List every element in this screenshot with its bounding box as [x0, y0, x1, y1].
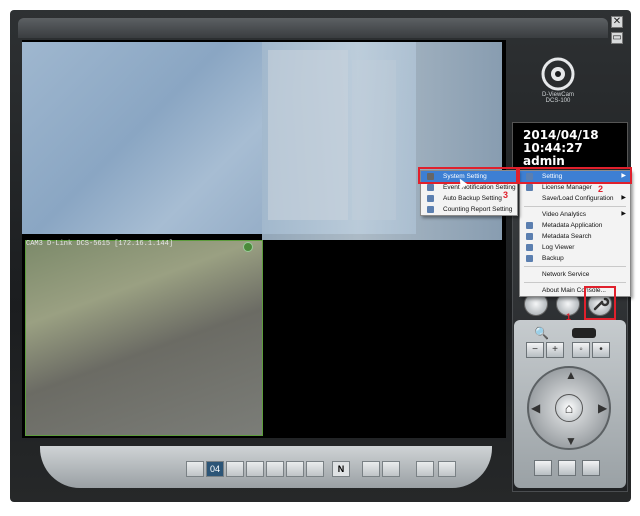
ptz-left-icon[interactable]: ◀ — [531, 401, 540, 415]
fullscreen-button[interactable] — [416, 461, 434, 477]
layout-4-button[interactable]: 04 — [206, 461, 224, 477]
backup-icon — [526, 255, 533, 262]
menu-item-video-analytics[interactable]: Video Analytics ▶ — [520, 209, 630, 220]
callout-box-1 — [584, 286, 616, 320]
ptz-down-icon[interactable]: ▼ — [565, 434, 577, 448]
focus-far-button[interactable]: • — [592, 342, 610, 358]
search-icon — [526, 233, 533, 240]
layout-10-button[interactable] — [286, 461, 304, 477]
focus-icon — [572, 328, 596, 338]
callout-number-2: 2 — [598, 184, 604, 194]
callout-number-1: 1 — [566, 312, 572, 322]
menu-item-network-service[interactable]: Network Service — [520, 269, 630, 280]
zoom-out-button[interactable]: − — [526, 342, 544, 358]
clock-display: 2014/04/18 10:44:27 admin — [512, 122, 628, 168]
menu-separator — [524, 282, 626, 283]
record-indicator-icon — [243, 242, 253, 252]
layout-1-button[interactable] — [186, 461, 204, 477]
ptz-up-icon[interactable]: ▲ — [565, 368, 577, 382]
main-context-menu: Setting ▶ License Manager Save/Load Confi… — [519, 170, 631, 297]
rotate-view-button[interactable] — [438, 461, 456, 477]
focus-near-button[interactable]: ◦ — [572, 342, 590, 358]
layout-13-button[interactable] — [306, 461, 324, 477]
menu-item-metadata-search[interactable]: Metadata Search — [520, 231, 630, 242]
zoom-in-button[interactable]: + — [546, 342, 564, 358]
close-icon: ✕ — [612, 16, 622, 27]
preset-2-button[interactable] — [558, 460, 576, 476]
log-icon — [526, 244, 533, 251]
layout-25-button[interactable] — [382, 461, 400, 477]
building-image — [268, 50, 348, 220]
layout-n-button[interactable]: N — [332, 461, 350, 477]
report-icon — [427, 206, 434, 213]
backup-icon — [427, 195, 434, 202]
menu-separator — [524, 266, 626, 267]
dviewcam-logo-icon — [541, 57, 575, 91]
menu-item-metadata-application[interactable]: Metadata Application — [520, 220, 630, 231]
license-icon — [526, 184, 533, 191]
preset-3-button[interactable] — [582, 460, 600, 476]
layout-8-button[interactable] — [246, 461, 264, 477]
preset-1-button[interactable] — [534, 460, 552, 476]
minimize-button[interactable]: ▭ — [611, 32, 623, 44]
layout-6-button[interactable] — [226, 461, 244, 477]
camera-view-3[interactable] — [25, 240, 263, 436]
brand-logo-text: D-ViewCam DCS-100 — [542, 92, 574, 104]
callout-box-3 — [418, 167, 518, 184]
menu-item-backup[interactable]: Backup — [520, 253, 630, 264]
menu-separator — [524, 206, 626, 207]
building-image-2 — [352, 60, 396, 220]
metadata-application-icon — [526, 222, 533, 229]
layout-9-button[interactable] — [266, 461, 284, 477]
close-button[interactable]: ✕ — [611, 16, 623, 28]
zoom-icon: 🔍 — [534, 326, 549, 340]
layout-16-button[interactable] — [362, 461, 380, 477]
menu-item-save-load-configuration[interactable]: Save/Load Configuration ▶ — [520, 193, 630, 204]
callout-box-2 — [518, 167, 632, 184]
event-icon — [427, 184, 434, 191]
camera-label: CAM3 D-Link DCS-5615 [172.16.1.144] — [26, 240, 174, 248]
title-bar — [18, 18, 608, 38]
submenu-item-counting-report[interactable]: Counting Report Setting — [421, 204, 517, 215]
ptz-home-button[interactable]: ⌂ — [555, 394, 583, 422]
ptz-right-icon[interactable]: ▶ — [598, 401, 607, 415]
minimize-icon: ▭ — [612, 32, 622, 43]
callout-number-3: 3 — [503, 190, 509, 200]
menu-item-log-viewer[interactable]: Log Viewer — [520, 242, 630, 253]
